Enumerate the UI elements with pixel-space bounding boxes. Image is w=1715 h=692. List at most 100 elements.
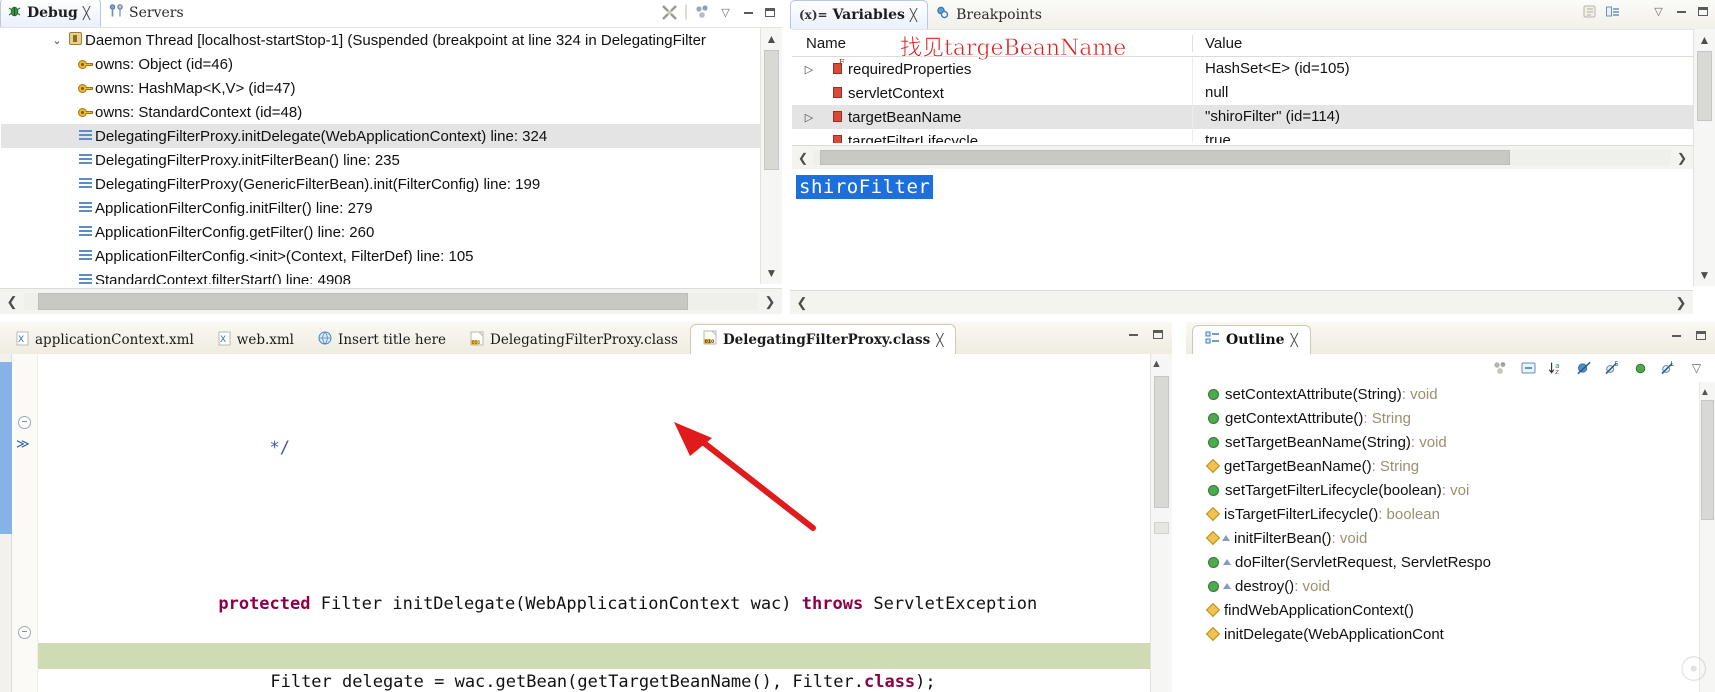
- code-area[interactable]: − ≫ − */ protected Filter initDelegate(W…: [0, 354, 1172, 692]
- scroll-left-icon[interactable]: ❮: [0, 294, 24, 310]
- stack-row[interactable]: owns: StandardContext (id=48): [1, 100, 760, 124]
- expand-arrow-icon[interactable]: ▷: [792, 111, 826, 124]
- minimize-icon[interactable]: [1125, 327, 1141, 342]
- outline-item[interactable]: setTargetBeanName(String) : void: [1186, 430, 1699, 454]
- restore-icon[interactable]: [1673, 4, 1689, 19]
- tab-variables[interactable]: (x)= Variables ╳: [790, 0, 929, 29]
- chevron-down-icon[interactable]: ▽: [1650, 3, 1667, 20]
- editor-tab-applicationcontext-xml[interactable]: X applicationContext.xml: [4, 326, 206, 354]
- thread-row[interactable]: ⌄ Daemon Thread [localhost-startStop-1] …: [1, 28, 760, 52]
- outline-item[interactable]: destroy() : void: [1186, 574, 1699, 598]
- outline-item[interactable]: initFilterBean() : void: [1186, 526, 1699, 550]
- maximize-icon[interactable]: [762, 5, 778, 20]
- minimize-icon[interactable]: [1668, 328, 1684, 343]
- tab-servers-label: Servers: [129, 4, 184, 21]
- column-header-value[interactable]: Value: [1192, 34, 1693, 52]
- scroll-right-icon[interactable]: ❯: [758, 294, 782, 310]
- debug-horizontal-scrollbar[interactable]: ❮ ❯: [0, 288, 782, 314]
- scroll-up-icon[interactable]: ▲: [1700, 387, 1710, 398]
- scroll-left-icon[interactable]: ❮: [792, 151, 814, 165]
- hide-local-types-icon[interactable]: [1632, 360, 1649, 377]
- hide-fields-icon[interactable]: [1492, 360, 1509, 377]
- variables-vertical-scrollbar[interactable]: ▲ ▼: [1693, 29, 1715, 286]
- outline-item[interactable]: setContextAttribute(String) : void: [1186, 382, 1699, 406]
- fold-collapse-icon[interactable]: −: [18, 626, 31, 639]
- outline-item[interactable]: doFilter(ServletRequest, ServletRespo: [1186, 550, 1699, 574]
- outline-item[interactable]: setTargetFilterLifecycle(boolean) : voi: [1186, 478, 1699, 502]
- sort-az-icon[interactable]: a z: [1548, 360, 1565, 377]
- column-header-name[interactable]: Name: [792, 35, 1192, 52]
- hide-static-fields-icon[interactable]: [1576, 360, 1593, 377]
- variable-row[interactable]: servletContext null: [792, 81, 1693, 105]
- scroll-down-icon[interactable]: ▼: [1699, 264, 1711, 286]
- editor-tab-delegatingfilterproxy-class-2[interactable]: 010 DelegatingFilterProxy.class ╳: [689, 324, 957, 354]
- variable-row-selected[interactable]: ▷ targetBeanName "shiroFilter" (id=114): [792, 105, 1693, 129]
- editor-tab-delegatingfilterproxy-class-1[interactable]: 010 DelegatingFilterProxy.class: [458, 326, 690, 354]
- outline-item[interactable]: findWebApplicationContext(): [1186, 598, 1699, 622]
- scroll-right-icon[interactable]: ❯: [1669, 295, 1693, 311]
- stack-row[interactable]: StandardContext.filterStart() line: 4908: [1, 268, 760, 284]
- scroll-left-icon[interactable]: ❮: [790, 295, 814, 311]
- tab-debug[interactable]: Debug ╳: [0, 0, 102, 27]
- tab-servers[interactable]: Servers: [101, 0, 194, 27]
- close-icon[interactable]: ╳: [936, 333, 943, 347]
- editor-vertical-scrollbar[interactable]: ▲: [1150, 354, 1172, 692]
- minimize-icon[interactable]: [740, 5, 756, 20]
- scroll-right-icon[interactable]: ❯: [1671, 151, 1693, 165]
- stack-row[interactable]: owns: Object (id=46): [1, 52, 760, 76]
- collapse-all-icon[interactable]: [1604, 3, 1621, 20]
- outline-item[interactable]: isTargetFilterLifecycle() : boolean: [1186, 502, 1699, 526]
- debug-stack-list[interactable]: ⌄ Daemon Thread [localhost-startStop-1] …: [1, 28, 760, 284]
- scroll-up-icon[interactable]: ▲: [1699, 29, 1711, 51]
- variable-row[interactable]: targetFilterLifecycle true: [792, 129, 1693, 143]
- outline-item[interactable]: initDelegate(WebApplicationCont: [1186, 622, 1699, 646]
- maximize-icon[interactable]: [1695, 4, 1711, 19]
- editor-fold-gutter[interactable]: − ≫ −: [12, 354, 38, 692]
- stack-row[interactable]: owns: HashMap<K,V> (id=47): [1, 76, 760, 100]
- show-logical-structure-icon[interactable]: [1581, 3, 1598, 20]
- variables-detail-scrollbar[interactable]: ❮ ❯: [790, 290, 1693, 314]
- stack-row[interactable]: ApplicationFilterConfig.<init>(Context, …: [1, 244, 760, 268]
- view-menu-icon[interactable]: [694, 4, 711, 21]
- stack-row-selected[interactable]: DelegatingFilterProxy.initDelegate(WebAp…: [1, 124, 760, 148]
- hide-nonpublic-members-icon[interactable]: S: [1604, 360, 1621, 377]
- stack-row[interactable]: DelegatingFilterProxy(GenericFilterBean)…: [1, 172, 760, 196]
- outline-list[interactable]: setContextAttribute(String) : void getCo…: [1186, 382, 1699, 692]
- view-menu-icon[interactable]: ▽: [1688, 360, 1705, 377]
- close-icon[interactable]: ╳: [1291, 333, 1298, 347]
- tab-breakpoints[interactable]: Breakpoints: [928, 0, 1052, 29]
- variables-rows[interactable]: ▷ requiredProperties HashSet<E> (id=105)…: [792, 57, 1693, 143]
- editor-tab-web-xml[interactable]: X web.xml: [206, 326, 306, 354]
- close-icon[interactable]: ╳: [83, 6, 90, 20]
- disconnect-icon[interactable]: [661, 4, 678, 21]
- scroll-down-icon[interactable]: ▼: [766, 262, 778, 284]
- fold-collapse-icon[interactable]: −: [18, 416, 31, 429]
- minimize-icon[interactable]: [1627, 3, 1644, 20]
- stack-row[interactable]: DelegatingFilterProxy.initFilterBean() l…: [1, 148, 760, 172]
- debug-vertical-scrollbar[interactable]: ▲ ▼: [760, 28, 782, 284]
- editor-tab-insert-title-here[interactable]: Insert title here: [306, 326, 458, 354]
- close-icon[interactable]: ╳: [910, 8, 917, 22]
- collapse-all-icon[interactable]: [1520, 360, 1537, 377]
- tab-outline[interactable]: Outline ╳: [1192, 325, 1311, 354]
- stack-row[interactable]: ApplicationFilterConfig.getFilter() line…: [1, 220, 760, 244]
- outline-vertical-scrollbar[interactable]: ▲: [1699, 382, 1715, 692]
- scroll-up-icon[interactable]: ▲: [1151, 358, 1162, 370]
- expand-arrow-icon[interactable]: ⌄: [49, 34, 65, 47]
- variable-row[interactable]: ▷ requiredProperties HashSet<E> (id=105): [792, 57, 1693, 81]
- outline-item[interactable]: getContextAttribute() : String: [1186, 406, 1699, 430]
- expand-arrow-icon[interactable]: ▷: [792, 63, 826, 76]
- variable-detail-pane[interactable]: shiroFilter: [792, 169, 1693, 286]
- code-token: Filter delegate = wac.getBean(getTargetB…: [270, 672, 864, 692]
- maximize-icon[interactable]: [1150, 327, 1166, 342]
- hide-inherited-members-icon[interactable]: L: [1660, 360, 1677, 377]
- editor-overview-gutter[interactable]: [0, 354, 12, 692]
- scroll-up-icon[interactable]: ▲: [766, 28, 778, 50]
- variables-horizontal-scrollbar[interactable]: ❮ ❯: [792, 145, 1693, 169]
- stack-row[interactable]: ApplicationFilterConfig.initFilter() lin…: [1, 196, 760, 220]
- code-lines[interactable]: */ protected Filter initDelegate(WebAppl…: [38, 354, 1150, 692]
- chevron-down-icon[interactable]: ▽: [717, 4, 734, 21]
- variable-name: targetFilterLifecycle: [848, 132, 979, 144]
- outline-item[interactable]: getTargetBeanName() : String: [1186, 454, 1699, 478]
- maximize-icon[interactable]: [1693, 328, 1709, 343]
